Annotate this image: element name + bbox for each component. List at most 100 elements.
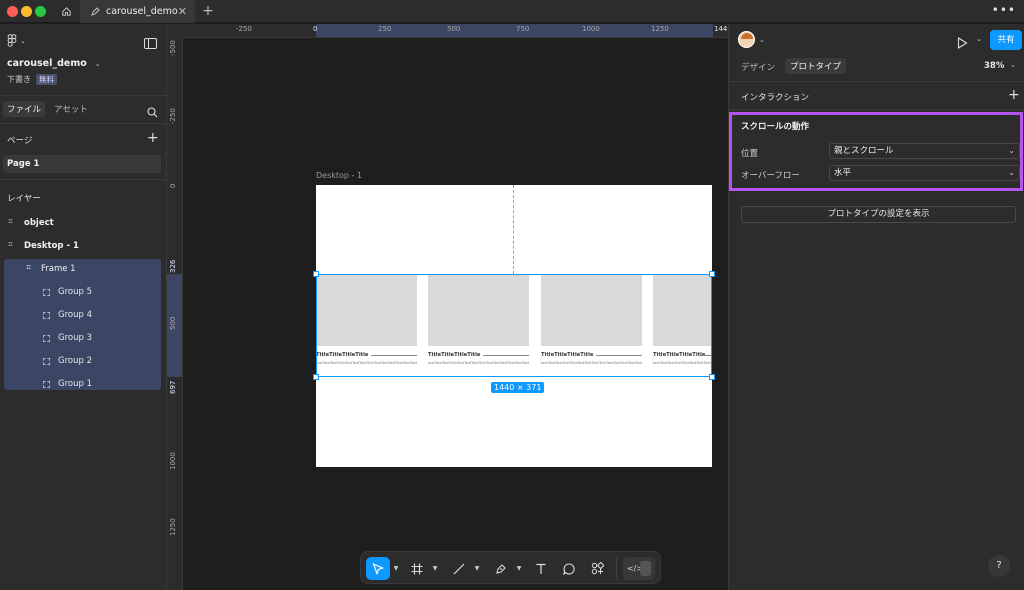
user-menu-button[interactable]: ⌄ — [738, 31, 765, 48]
layer-group-1[interactable]: Group 1 — [0, 377, 167, 397]
figma-logo-icon — [7, 34, 17, 47]
comment-tool-button[interactable] — [559, 557, 579, 580]
interaction-header: インタラクション — [741, 93, 810, 103]
play-icon — [957, 37, 968, 49]
desktop-frame[interactable]: TitleTitleTitleTitle TitleTitleTitleTitl… — [313, 185, 715, 467]
tab-file[interactable]: ファイル — [3, 101, 46, 117]
layer-label: object — [24, 218, 54, 228]
divider — [0, 95, 167, 96]
present-button[interactable] — [957, 34, 968, 53]
toolbar-divider — [616, 558, 617, 579]
group-icon — [43, 289, 50, 296]
resize-handle[interactable] — [709, 374, 715, 380]
selection-box[interactable] — [316, 274, 712, 377]
chevron-down-icon[interactable]: ⌄ — [1010, 61, 1016, 69]
center-guide — [513, 185, 514, 274]
group-icon — [43, 381, 50, 388]
components-icon — [591, 562, 604, 575]
home-tab[interactable] — [52, 0, 80, 23]
layer-group-2[interactable]: Group 2 — [0, 354, 167, 374]
ruler-tick: 750 — [516, 25, 530, 33]
layer-desktop-1[interactable]: ⌗ Desktop - 1 — [0, 239, 167, 259]
layer-group-5[interactable]: Group 5 — [0, 285, 167, 305]
new-tab-button[interactable]: + — [198, 1, 218, 23]
selection-size-badge: 1440 × 371 — [491, 382, 545, 393]
dev-mode-toggle[interactable]: </> — [623, 557, 655, 580]
position-select[interactable]: 親とスクロール ⌄ — [829, 143, 1020, 159]
tab-assets[interactable]: アセット — [54, 103, 88, 115]
sidebar-icon — [144, 38, 157, 49]
chevron-down-icon[interactable]: ▼ — [392, 557, 400, 580]
avatar — [738, 31, 755, 48]
ruler-tick: 144 — [714, 25, 728, 33]
resize-handle[interactable] — [709, 271, 715, 277]
layer-group-4[interactable]: Group 4 — [0, 308, 167, 328]
chevron-down-icon[interactable]: ▼ — [473, 557, 481, 580]
layer-label: Group 3 — [58, 333, 92, 343]
chevron-down-icon[interactable]: ⌄ — [976, 35, 982, 43]
ruler-tick: 326 — [169, 259, 177, 273]
overflow-select[interactable]: 水平 ⌄ — [829, 165, 1020, 181]
layer-label: Group 2 — [58, 356, 92, 366]
horizontal-ruler: -250 0 250 500 750 1000 1250 144 — [183, 24, 728, 38]
group-icon — [43, 312, 50, 319]
search-layers-button[interactable] — [147, 103, 158, 122]
show-prototype-settings-button[interactable]: プロトタイプの設定を表示 — [741, 206, 1016, 223]
more-icon[interactable]: ••• — [992, 3, 1016, 17]
tab-prototype[interactable]: プロトタイプ — [785, 58, 847, 74]
move-tool-button[interactable] — [366, 557, 390, 580]
tab-design[interactable]: デザイン — [741, 61, 775, 73]
pen-tool-button[interactable] — [491, 557, 511, 580]
help-button[interactable]: ? — [988, 555, 1010, 577]
text-tool-button[interactable] — [531, 557, 551, 580]
scroll-section-title: スクロールの動作 — [741, 122, 810, 132]
divider — [729, 81, 1024, 82]
resize-handle[interactable] — [313, 271, 319, 277]
overflow-label: オーバーフロー — [741, 171, 800, 181]
close-tab-icon[interactable]: ✕ — [178, 5, 187, 18]
main-menu-button[interactable]: ⌄ — [7, 34, 26, 47]
file-name-button[interactable]: carousel_demo ⌄ — [7, 58, 101, 69]
left-panel: ⌄ carousel_demo ⌄ 下書き 無料 ファイル アセット ページ +… — [0, 24, 167, 590]
toggle-sidebar-button[interactable] — [144, 34, 157, 53]
file-name: carousel_demo — [7, 58, 87, 69]
layer-object[interactable]: ⌗ object — [0, 216, 167, 236]
actions-tool-button[interactable] — [587, 557, 607, 580]
position-value: 親とスクロール — [834, 146, 894, 156]
zoom-level[interactable]: 38% — [984, 61, 1004, 71]
add-interaction-button[interactable]: + — [1008, 87, 1020, 103]
frame-name-label[interactable]: Desktop - 1 — [316, 171, 362, 180]
figma-window: carousel_demo ✕ + ••• ⌄ carousel_demo ⌄ … — [0, 0, 1024, 590]
close-window-button[interactable] — [7, 6, 18, 17]
layer-group-3[interactable]: Group 3 — [0, 331, 167, 351]
layers-header: レイヤー — [7, 194, 41, 204]
share-button[interactable]: 共有 — [990, 30, 1022, 50]
position-label: 位置 — [741, 149, 759, 159]
ruler-tick: -500 — [169, 40, 177, 56]
frame-icon: ⌗ — [8, 217, 14, 227]
page-item-page-1[interactable]: Page 1 — [3, 155, 161, 173]
ruler-tick: 500 — [169, 316, 177, 330]
ruler-tick: 1250 — [169, 518, 177, 536]
add-page-button[interactable]: + — [147, 130, 159, 146]
frame-icon: ⌗ — [8, 240, 14, 250]
ruler-tick: 0 — [313, 25, 318, 33]
title-bar: carousel_demo ✕ + ••• — [0, 0, 1024, 23]
line-tool-button[interactable] — [449, 557, 469, 580]
layer-frame-1[interactable]: ⌗ Frame 1 — [0, 262, 167, 282]
resize-handle[interactable] — [313, 374, 319, 380]
chevron-down-icon: ⌄ — [20, 36, 26, 45]
zoom-window-button[interactable] — [35, 6, 46, 17]
ruler-tick: 0 — [169, 183, 177, 188]
plan-badge[interactable]: 無料 — [36, 74, 57, 85]
ruler-tick: 1000 — [169, 452, 177, 470]
divider — [0, 179, 167, 180]
frame-tool-button[interactable] — [407, 557, 427, 580]
home-icon — [61, 7, 71, 16]
frame-icon: ⌗ — [26, 263, 32, 273]
chevron-down-icon[interactable]: ▼ — [431, 557, 439, 580]
minimize-window-button[interactable] — [21, 6, 32, 17]
file-tab[interactable]: carousel_demo ✕ — [80, 0, 195, 23]
text-icon — [536, 563, 546, 574]
chevron-down-icon[interactable]: ▼ — [515, 557, 523, 580]
